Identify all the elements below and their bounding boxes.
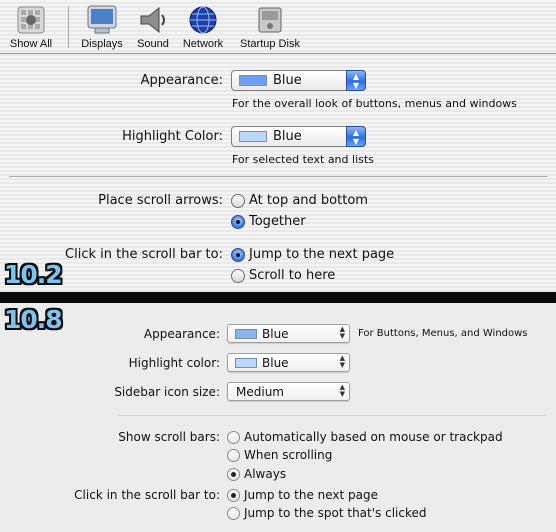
pane-10-8: 10.8 Appearance: Blue ▲ ▼ For Buttons, Me…	[0, 303, 556, 532]
disk-icon	[254, 4, 286, 39]
chevron-updown-icon: ▲ ▼	[339, 354, 345, 369]
appearance-label: Appearance:	[140, 73, 223, 88]
radio-label: Together	[249, 214, 306, 229]
highlight-label: Highlight color:	[128, 356, 220, 370]
appearance-popup[interactable]: Blue ▲ ▼	[227, 324, 350, 343]
toolbar-label: Sound	[137, 38, 169, 50]
section-divider	[118, 415, 546, 416]
radio-button[interactable]	[231, 194, 245, 208]
toolbar-label: Displays	[81, 38, 123, 50]
radio-button[interactable]	[227, 431, 240, 444]
radio-label: At top and bottom	[249, 193, 368, 208]
apple-grid-icon	[15, 4, 47, 39]
radio-label: Jump to the next page	[244, 488, 379, 502]
toolbar-separator	[68, 6, 69, 48]
display-icon	[85, 4, 119, 39]
scroll-click-label: Click in the scroll bar to:	[65, 247, 223, 262]
toolbar-label: Show All	[9, 38, 53, 50]
scroll-arrows-label: Place scroll arrows:	[98, 193, 223, 208]
section-divider	[9, 176, 547, 177]
radio-button[interactable]	[227, 489, 240, 502]
radio-label: Scroll to here	[249, 268, 336, 283]
radio-button[interactable]	[227, 507, 240, 520]
globe-icon	[187, 4, 219, 39]
radio-label: When scrolling	[244, 448, 333, 462]
color-swatch	[235, 329, 257, 339]
toolbar-label: Startup Disk	[240, 38, 300, 50]
appearance-value: Blue	[273, 73, 302, 88]
radio-button[interactable]	[231, 248, 245, 262]
radio-label: Jump to the spot that's clicked	[244, 506, 427, 520]
chevron-updown-icon: ▲ ▼	[339, 325, 345, 340]
radio-button[interactable]	[227, 449, 240, 462]
radio-button[interactable]	[231, 215, 245, 229]
appearance-hint: For Buttons, Menus, and Windows	[358, 328, 528, 339]
appearance-hint: For the overall look of buttons, menus a…	[232, 97, 517, 110]
toolbar: Show All Displays Sound Network Startup …	[0, 0, 556, 54]
radio-label: Automatically based on mouse or trackpad	[244, 430, 503, 444]
highlight-popup[interactable]: Blue ▲ ▼	[227, 353, 350, 372]
radio-label: Jump to the next page	[249, 247, 395, 262]
appearance-label: Appearance:	[143, 327, 220, 341]
speaker-icon	[137, 4, 169, 39]
highlight-label: Highlight Color:	[122, 129, 223, 144]
radio-button[interactable]	[227, 468, 240, 481]
toolbar-label: Network	[182, 38, 224, 50]
highlight-value: Blue	[262, 356, 289, 370]
highlight-value: Blue	[273, 129, 302, 144]
sidebar-icon-size-popup[interactable]: Medium ▲ ▼	[227, 382, 350, 401]
sidebar-icon-size-label: Sidebar icon size:	[114, 385, 220, 399]
radio-button[interactable]	[231, 269, 245, 283]
separator-bar	[0, 292, 556, 303]
scroll-click-label: Click in the scroll bar to:	[74, 488, 220, 502]
color-swatch	[239, 131, 267, 142]
version-label-10-2: 10.2	[4, 260, 63, 289]
chevron-updown-icon: ▲ ▼	[346, 126, 366, 147]
highlight-hint: For selected text and lists	[232, 153, 374, 166]
color-swatch	[239, 75, 267, 86]
chevron-updown-icon: ▲ ▼	[346, 70, 366, 91]
appearance-popup[interactable]: Blue ▲ ▼	[231, 70, 366, 91]
appearance-value: Blue	[262, 327, 289, 341]
show-scroll-bars-label: Show scroll bars:	[118, 430, 220, 444]
radio-label: Always	[244, 467, 287, 481]
version-label-10-8: 10.8	[4, 305, 63, 334]
sidebar-icon-size-value: Medium	[236, 385, 284, 399]
highlight-popup[interactable]: Blue ▲ ▼	[231, 126, 366, 147]
color-swatch	[235, 358, 257, 368]
pane-10-2: Show All Displays Sound Network Startup …	[0, 0, 556, 293]
chevron-updown-icon: ▲ ▼	[339, 383, 345, 398]
